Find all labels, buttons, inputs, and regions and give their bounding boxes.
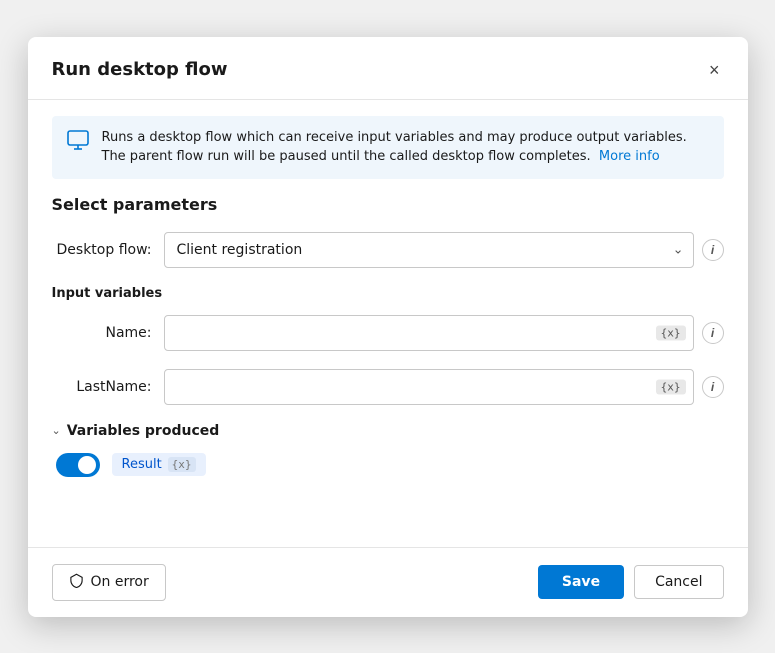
lastname-label: LastName:: [52, 379, 152, 395]
name-row: Name: {x} i: [52, 315, 724, 351]
desktop-flow-select-wrapper: Client registrationOther flow ⌄: [164, 232, 694, 268]
shield-icon: [69, 573, 84, 592]
cancel-button[interactable]: Cancel: [634, 565, 723, 599]
desktop-flow-label: Desktop flow:: [52, 242, 152, 258]
toggle-slider: [56, 453, 100, 477]
lastname-x-badge[interactable]: {x}: [656, 379, 686, 394]
on-error-button[interactable]: On error: [52, 564, 166, 601]
dialog-header: Run desktop flow ×: [28, 37, 748, 100]
variables-produced-header[interactable]: ⌄ Variables produced: [52, 423, 724, 439]
more-info-link[interactable]: More info: [599, 149, 660, 164]
footer-right: Save Cancel: [538, 565, 724, 599]
name-input-wrapper: {x}: [164, 315, 694, 351]
name-x-badge[interactable]: {x}: [656, 325, 686, 340]
variables-produced-row: Result {x}: [52, 453, 724, 477]
lastname-input-wrapper: {x}: [164, 369, 694, 405]
lastname-info-button[interactable]: i: [702, 376, 724, 398]
dialog-footer: On error Save Cancel: [28, 547, 748, 617]
dialog-body: Select parameters Desktop flow: Client r…: [28, 195, 748, 547]
input-variables-label: Input variables: [52, 286, 724, 301]
save-button[interactable]: Save: [538, 565, 624, 599]
lastname-row: LastName: {x} i: [52, 369, 724, 405]
result-x-badge: {x}: [168, 457, 196, 472]
monitor-icon: [66, 128, 90, 152]
desktop-flow-info-button[interactable]: i: [702, 239, 724, 261]
desktop-flow-row: Desktop flow: Client registrationOther f…: [52, 232, 724, 268]
close-button[interactable]: ×: [705, 57, 724, 83]
desktop-flow-select[interactable]: Client registrationOther flow: [164, 232, 694, 268]
name-info-button[interactable]: i: [702, 322, 724, 344]
run-desktop-flow-dialog: Run desktop flow × Runs a desktop flow w…: [28, 37, 748, 617]
variables-produced-section: ⌄ Variables produced Result {x}: [52, 423, 724, 477]
on-error-label: On error: [91, 574, 149, 590]
lastname-input[interactable]: [164, 369, 694, 405]
dialog-title: Run desktop flow: [52, 59, 228, 80]
banner-text: Runs a desktop flow which can receive in…: [102, 128, 710, 167]
name-control-wrapper: {x} i: [164, 315, 724, 351]
lastname-control-wrapper: {x} i: [164, 369, 724, 405]
section-title: Select parameters: [52, 195, 724, 214]
result-label: Result: [122, 457, 162, 472]
info-banner: Runs a desktop flow which can receive in…: [52, 116, 724, 179]
variables-chevron-icon: ⌄: [52, 424, 61, 437]
name-label: Name:: [52, 325, 152, 341]
variables-produced-title: Variables produced: [67, 423, 220, 439]
name-input[interactable]: [164, 315, 694, 351]
desktop-flow-control-wrapper: Client registrationOther flow ⌄ i: [164, 232, 724, 268]
variables-toggle[interactable]: [56, 453, 100, 477]
result-badge: Result {x}: [112, 453, 206, 476]
